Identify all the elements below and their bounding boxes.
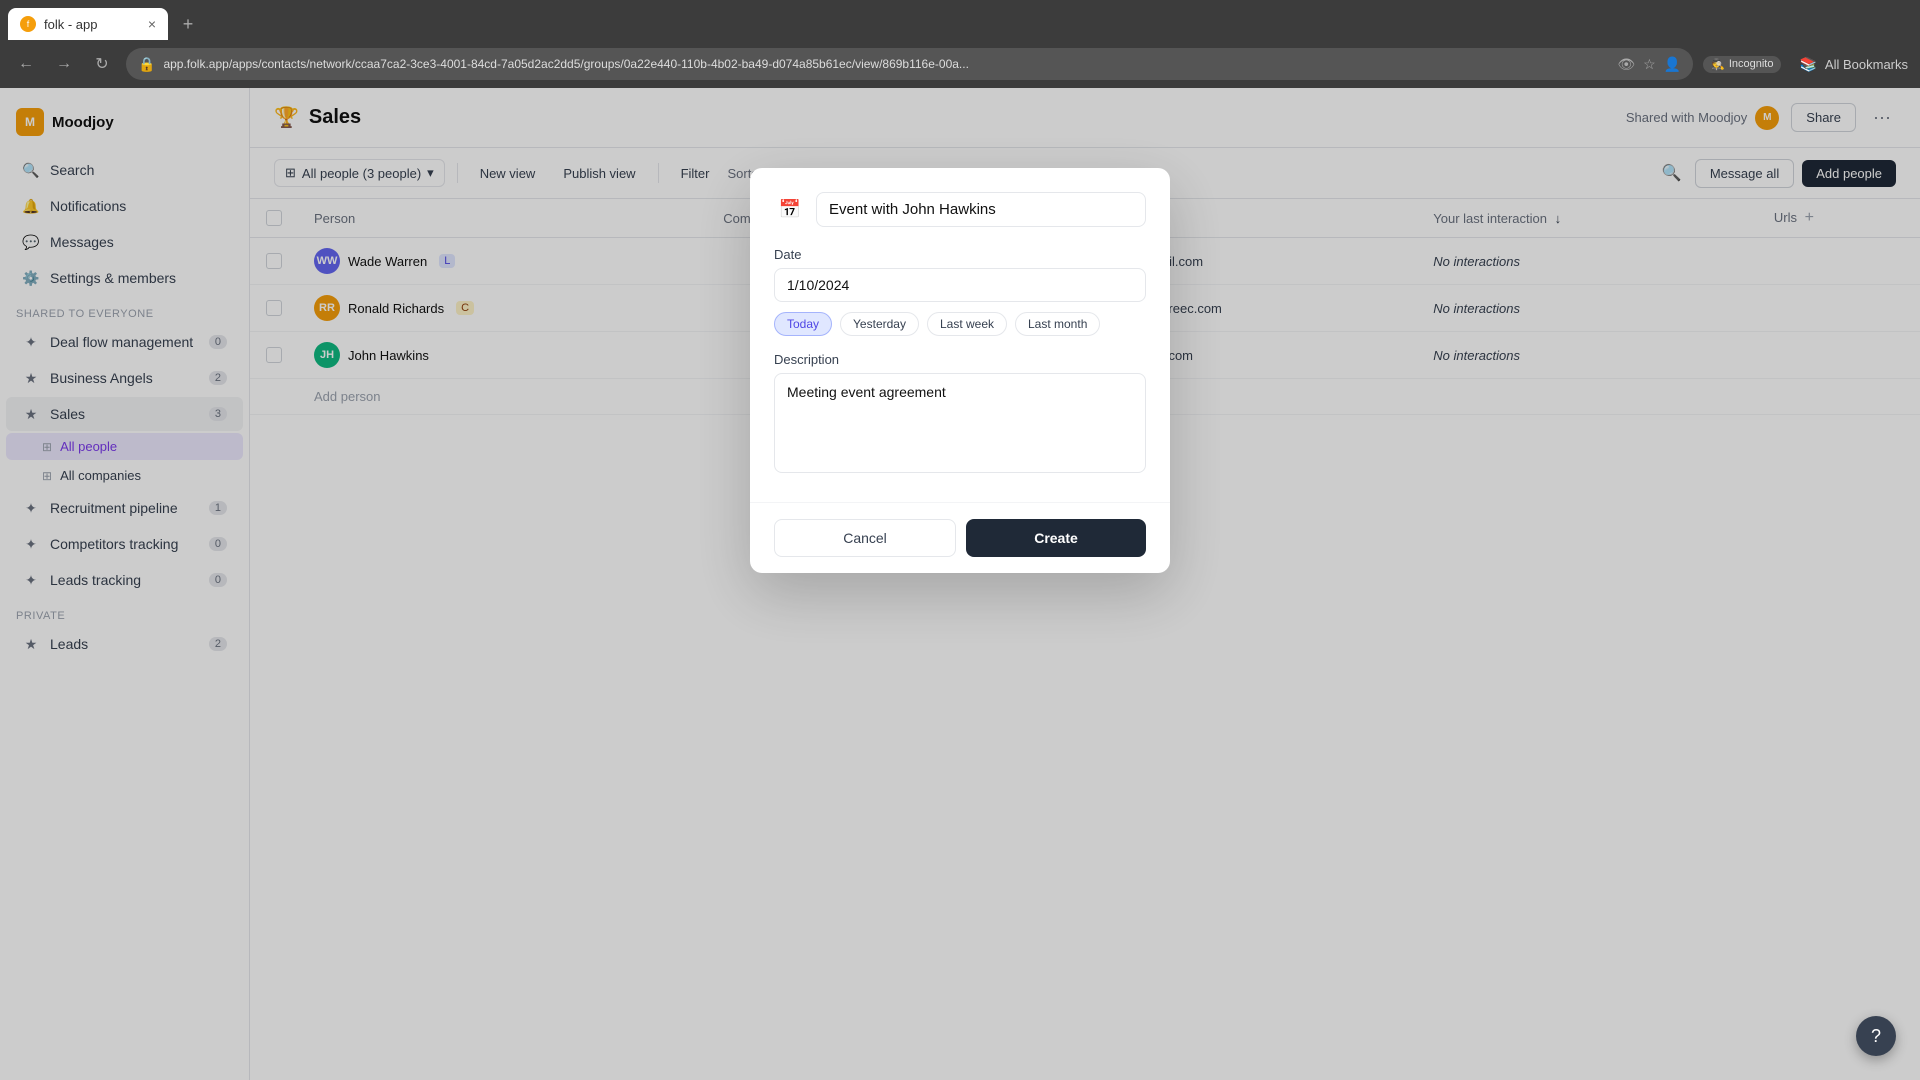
reload-button[interactable]: ↻	[88, 50, 116, 78]
browser-controls: ← → ↻ 🔒 app.folk.app/apps/contacts/netwo…	[0, 40, 1920, 88]
browser-actions: 📚 All Bookmarks	[1799, 56, 1908, 73]
create-button[interactable]: Create	[966, 519, 1146, 557]
cancel-button[interactable]: Cancel	[774, 519, 956, 557]
eye-off-icon: 👁	[1617, 56, 1635, 73]
back-button[interactable]: ←	[12, 50, 40, 78]
address-bar[interactable]: 🔒 app.folk.app/apps/contacts/network/cca…	[126, 48, 1693, 80]
modal-body: 📅 Date Today Yesterday Last week Last mo…	[750, 168, 1170, 502]
url-text: app.folk.app/apps/contacts/network/ccaa7…	[163, 57, 1609, 71]
modal-overlay: 📅 Date Today Yesterday Last week Last mo…	[0, 88, 1920, 1080]
description-label: Description	[774, 352, 1146, 367]
date-shortcuts: Today Yesterday Last week Last month	[774, 312, 1146, 336]
forward-button[interactable]: →	[50, 50, 78, 78]
help-button[interactable]: ?	[1856, 1016, 1896, 1056]
date-label: Date	[774, 247, 1146, 262]
tab-title: folk - app	[44, 17, 97, 32]
bookmarks-label: All Bookmarks	[1825, 57, 1908, 72]
lock-icon: 🔒	[138, 56, 155, 73]
event-title-input[interactable]	[816, 192, 1146, 227]
bookmarks-icon[interactable]: 📚	[1799, 56, 1816, 73]
tab-close-button[interactable]: ×	[148, 16, 156, 32]
new-tab-button[interactable]: +	[172, 8, 204, 40]
modal-footer: Cancel Create	[750, 502, 1170, 573]
browser-tabs: f folk - app × +	[0, 0, 1920, 40]
shortcut-today[interactable]: Today	[774, 312, 832, 336]
star-icon[interactable]: ☆	[1643, 56, 1656, 73]
incognito-badge: 🕵 Incognito	[1703, 56, 1781, 73]
description-textarea[interactable]: Meeting event agreement	[774, 373, 1146, 473]
address-bar-icons: 👁 ☆ 👤	[1617, 56, 1681, 73]
shortcut-last-month[interactable]: Last month	[1015, 312, 1100, 336]
event-title-row: 📅	[774, 192, 1146, 227]
shortcut-last-week[interactable]: Last week	[927, 312, 1007, 336]
profile-icon: 👤	[1664, 56, 1681, 73]
event-modal: 📅 Date Today Yesterday Last week Last mo…	[750, 168, 1170, 573]
tab-favicon: f	[20, 16, 36, 32]
date-input[interactable]	[774, 268, 1146, 302]
shortcut-yesterday[interactable]: Yesterday	[840, 312, 919, 336]
incognito-icon: 🕵	[1711, 58, 1725, 71]
calendar-icon: 📅	[774, 194, 806, 226]
active-tab[interactable]: f folk - app ×	[8, 8, 168, 40]
browser-chrome: f folk - app × + ← → ↻ 🔒 app.folk.app/ap…	[0, 0, 1920, 88]
incognito-label: Incognito	[1729, 58, 1774, 70]
